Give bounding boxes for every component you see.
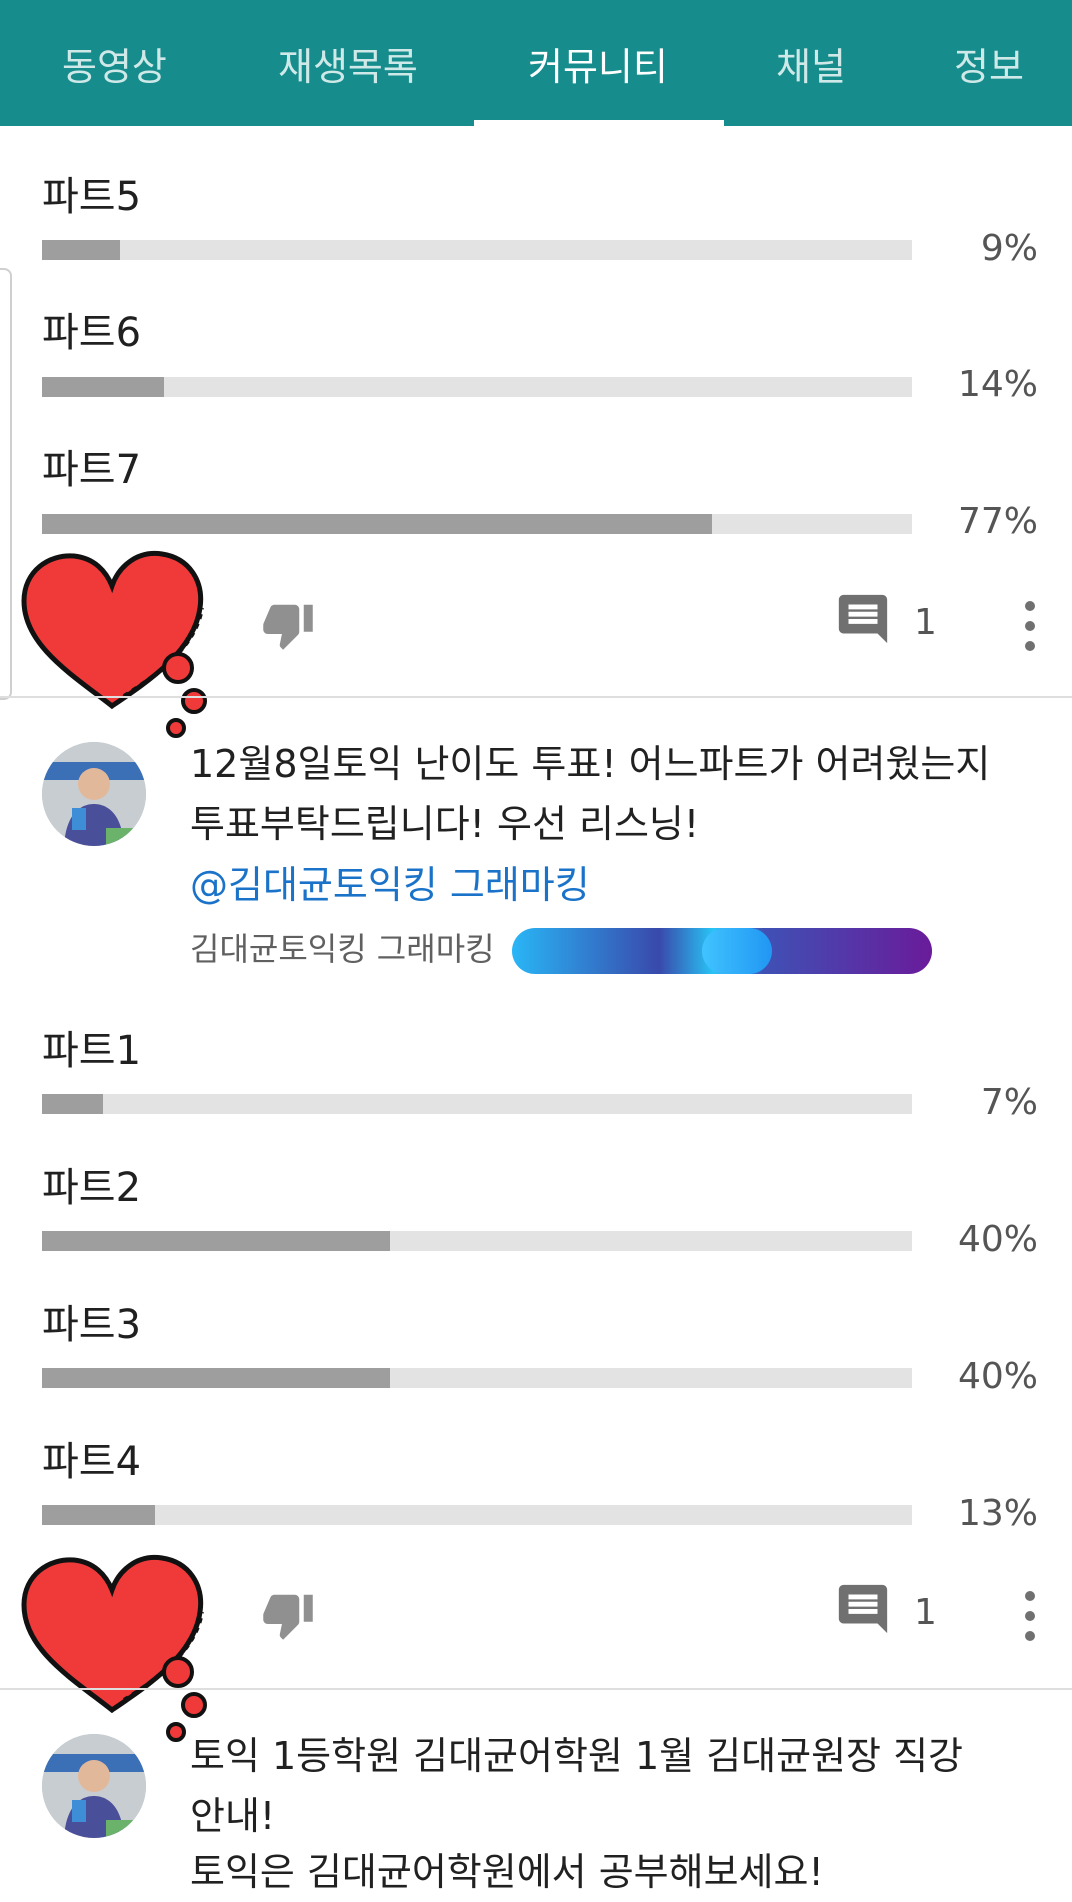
poll-option-label[interactable]: 파트7	[42, 437, 141, 495]
poll-option-percent: 40%	[957, 1219, 1038, 1260]
channel-tab-bar: 동영상 재생목록 커뮤니티 채널 정보	[0, 0, 1072, 126]
avatar-image	[42, 1734, 146, 1838]
tab-channels[interactable]: 채널	[776, 36, 846, 91]
tab-about[interactable]: 정보	[954, 36, 1024, 91]
heart-sticker-icon[interactable]	[14, 1550, 214, 1750]
poll-option-label[interactable]: 파트5	[42, 164, 141, 222]
channel-avatar[interactable]	[42, 742, 146, 846]
dislike-icon[interactable]	[258, 598, 318, 652]
comment-count[interactable]: 1	[914, 602, 937, 643]
comment-icon[interactable]	[834, 1580, 892, 1638]
channel-avatar[interactable]	[42, 1734, 146, 1838]
poll-option-bar[interactable]	[42, 1094, 912, 1114]
poll-bar-fill	[42, 240, 121, 260]
heart-sticker-icon[interactable]	[14, 546, 214, 746]
poll-bar-fill	[42, 1368, 390, 1388]
post-text-line: 토익 1등학원 김대균어학원 1월 김대균원장 직강	[190, 1734, 963, 1778]
avatar-image	[42, 742, 146, 846]
post-action-row: 1	[0, 550, 1072, 738]
poll-option-label[interactable]: 파트1	[42, 1018, 141, 1076]
poll-option-bar[interactable]	[42, 1231, 912, 1251]
active-tab-indicator	[474, 120, 724, 126]
post-action-row: 1	[0, 1550, 1072, 1742]
comment-icon[interactable]	[834, 590, 892, 648]
poll-bar-fill	[42, 514, 712, 534]
poll-bar-fill	[42, 1094, 103, 1114]
poll-option-percent: 77%	[957, 501, 1038, 542]
poll-option-label[interactable]: 파트6	[42, 300, 141, 358]
post-text-line: 토익은 김대균어학원에서 공부해보세요!	[190, 1850, 824, 1894]
poll-option-bar[interactable]	[42, 377, 912, 397]
poll-option-label[interactable]: 파트4	[42, 1429, 141, 1487]
poll-option-label[interactable]: 파트3	[42, 1292, 141, 1350]
dislike-icon[interactable]	[258, 1588, 318, 1642]
more-vert-icon[interactable]	[1016, 598, 1044, 654]
poll-option-percent: 9%	[980, 228, 1038, 269]
poll-bar-fill	[42, 377, 164, 397]
tab-playlists[interactable]: 재생목록	[278, 36, 418, 91]
poll-bar-fill	[42, 1231, 390, 1251]
post-text-line: 안내!	[190, 1794, 276, 1838]
post-divider	[0, 1688, 1072, 1690]
tab-videos[interactable]: 동영상	[62, 36, 167, 91]
poll-option-label[interactable]: 파트2	[42, 1155, 141, 1213]
post-text-line: 12월8일토익 난이도 투표! 어느파트가 어려웠는지	[190, 742, 991, 786]
poll-option-bar[interactable]	[42, 514, 912, 534]
poll-option-percent: 40%	[957, 1356, 1038, 1397]
tab-community[interactable]: 커뮤니티	[528, 36, 668, 91]
poll-option-percent: 7%	[980, 1082, 1038, 1123]
poll-option-bar[interactable]	[42, 1368, 912, 1388]
post-divider	[0, 696, 1072, 698]
post-text-line: 투표부탁드립니다! 우선 리스닝!	[190, 802, 700, 846]
member-badge	[512, 928, 932, 974]
poll-option-percent: 14%	[957, 364, 1038, 405]
poll-option-percent: 13%	[957, 1493, 1038, 1534]
comment-count[interactable]: 1	[914, 1592, 937, 1633]
channel-mention-link[interactable]: @김대균토익킹 그래마킹	[190, 854, 590, 909]
badge-highlight	[702, 928, 772, 974]
author-name[interactable]: 김대균토익킹 그래마킹	[190, 924, 495, 970]
more-vert-icon[interactable]	[1016, 1588, 1044, 1644]
poll-option-bar[interactable]	[42, 1505, 912, 1525]
poll-option-bar[interactable]	[42, 240, 912, 260]
poll-bar-fill	[42, 1505, 156, 1525]
